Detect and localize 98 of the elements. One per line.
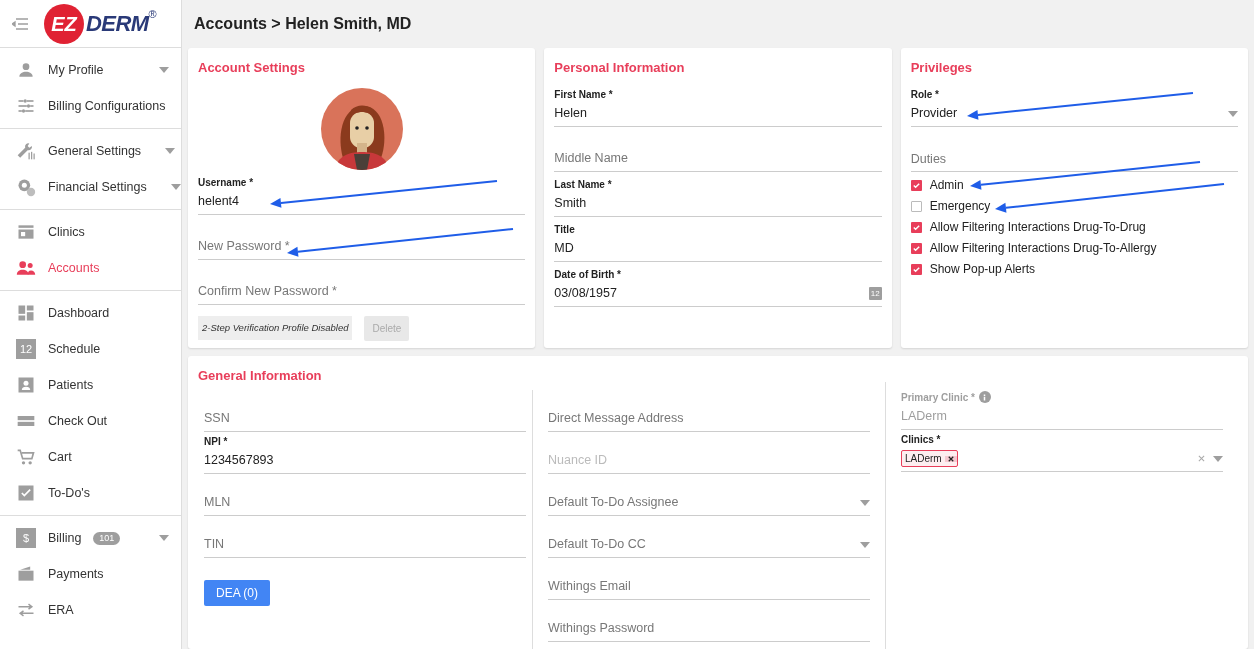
input-field[interactable]: Direct Message Address — [548, 409, 870, 428]
input-field[interactable]: MD — [554, 239, 882, 258]
sidebar-item[interactable]: General Settings — [0, 133, 181, 169]
page-title: Accounts > Helen Smith, MD — [194, 14, 412, 34]
dropdown-caret-icon — [1228, 110, 1238, 117]
select-field[interactable]: Provider — [910, 104, 1220, 123]
sidebar-item[interactable]: To-Do's — [0, 475, 181, 511]
dollar-icon: $ — [16, 528, 36, 548]
gear-icon — [16, 177, 36, 197]
input-field[interactable]: MLN — [204, 493, 526, 512]
verification-status: 2-Step Verification Profile Disabled — [198, 315, 353, 341]
store-icon — [16, 222, 36, 242]
sidebar-item-label: Billing Configurations — [48, 97, 166, 115]
count-badge: 101 — [93, 531, 121, 545]
field-label: First Name * — [554, 87, 613, 102]
checkbox-label: Allow Filtering Interactions Drug-To-Drug — [929, 219, 1146, 236]
wrench-icon — [16, 141, 36, 161]
sidebar-item-label: ERA — [48, 601, 74, 619]
sidebar-item-label: Dashboard — [48, 304, 110, 322]
sidebar-item[interactable]: Dashboard — [0, 295, 181, 331]
checkbox-label: Admin — [929, 177, 964, 194]
sidebar-item[interactable]: $ Billing 101 — [0, 520, 181, 556]
checkbox-label: Emergency — [929, 198, 991, 215]
sidebar-item[interactable]: Payments — [0, 556, 181, 592]
date-field[interactable]: 03/08/1957 — [554, 284, 861, 303]
sidebar-item-label: General Settings — [48, 142, 142, 160]
input-field[interactable]: Withings Email — [548, 577, 870, 596]
clear-icon[interactable] — [1198, 455, 1205, 462]
dropdown-caret-icon — [860, 499, 870, 506]
sidebar-item-label: Check Out — [48, 412, 108, 430]
sidebar-item-label: To-Do's — [48, 484, 90, 502]
input-field[interactable]: TIN — [204, 535, 526, 554]
tag-label: LADerm — [904, 452, 943, 466]
sidebar-item[interactable]: Patients — [0, 367, 181, 403]
sidebar-item-label: Cart — [48, 448, 72, 466]
sidebar-item[interactable]: Check Out — [0, 403, 181, 439]
input-field[interactable]: Confirm New Password * — [198, 282, 526, 301]
field-label: Duties — [910, 150, 947, 168]
sidebar-item[interactable]: Accounts — [0, 250, 181, 286]
input-field[interactable]: Middle Name — [554, 149, 882, 168]
sidebar-item[interactable]: Clinics — [0, 214, 181, 250]
section-title: Account Settings — [198, 59, 306, 77]
dea-button[interactable]: DEA (0) — [204, 579, 270, 606]
input-field[interactable]: 1234567893 — [204, 451, 526, 470]
input-field[interactable]: helent4 — [198, 192, 526, 211]
dropdown-caret-icon — [1213, 455, 1223, 462]
checkbox-label: Allow Filtering Interactions Drug-To-Allergy — [929, 240, 1157, 257]
dropdown-caret-icon — [860, 541, 870, 548]
checkbox[interactable] — [910, 221, 922, 233]
sidebar-item-label: My Profile — [48, 61, 104, 79]
sidebar-item-label: Billing — [48, 529, 82, 547]
field-label: Date of Birth * — [554, 267, 621, 282]
sidebar-item-label: Schedule — [48, 340, 101, 358]
section-title: Personal Information — [554, 59, 686, 77]
checkbox[interactable] — [910, 242, 922, 254]
logo: EZ DERM® — [44, 3, 157, 44]
wallet-icon — [16, 564, 36, 584]
calendar-icon: 12 — [16, 339, 36, 359]
sidebar-item-label: Payments — [48, 565, 104, 583]
input-field[interactable]: New Password * — [198, 237, 526, 256]
people-icon — [16, 258, 36, 278]
select-field[interactable]: Default To-Do CC — [548, 535, 852, 554]
field-label: NPI * — [204, 434, 228, 449]
input-field[interactable]: Helen — [554, 104, 882, 123]
cart-icon — [16, 447, 36, 467]
field-label: Username * — [198, 175, 254, 190]
dashboard-icon — [16, 303, 36, 323]
input-field[interactable]: Withings Password — [548, 619, 870, 638]
person-icon — [16, 60, 36, 80]
field-label: Primary Clinic * — [901, 390, 975, 405]
remove-tag-icon[interactable] — [944, 455, 957, 462]
sidebar-item[interactable]: Financial Settings — [0, 169, 181, 205]
section-title: General Information — [198, 367, 323, 385]
checkbox[interactable] — [910, 179, 922, 191]
sidebar-item[interactable]: My Profile — [0, 52, 181, 88]
sidebar-item-label: Clinics — [48, 223, 85, 241]
sidebar-item-label: Patients — [48, 376, 94, 394]
section-title: Privileges — [910, 59, 974, 77]
sidebar-item[interactable]: ERA — [0, 592, 181, 628]
sidebar-item[interactable]: 12 Schedule — [0, 331, 181, 367]
field-label: Clinics * — [901, 432, 941, 447]
checkbox[interactable] — [910, 200, 922, 212]
sidebar-item-label: Financial Settings — [48, 178, 147, 196]
check-icon — [16, 483, 36, 503]
checkbox-label: Show Pop-up Alerts — [929, 261, 1036, 278]
menu-icon[interactable] — [12, 17, 28, 30]
sidebar-item[interactable]: Cart — [0, 439, 181, 475]
input-field[interactable]: Smith — [554, 194, 882, 213]
sidebar-item-label: Accounts — [48, 259, 100, 277]
field-label: Title — [554, 222, 575, 237]
contact-icon — [16, 375, 36, 395]
sidebar-item[interactable]: Billing Configurations — [0, 88, 181, 124]
checkbox[interactable] — [910, 263, 922, 275]
select-field[interactable]: Default To-Do Assignee — [548, 493, 852, 512]
field-label: Last Name * — [554, 177, 612, 192]
sliders-icon — [16, 96, 36, 116]
field-label: Role * — [910, 87, 939, 102]
input-field[interactable]: SSN — [204, 409, 526, 428]
